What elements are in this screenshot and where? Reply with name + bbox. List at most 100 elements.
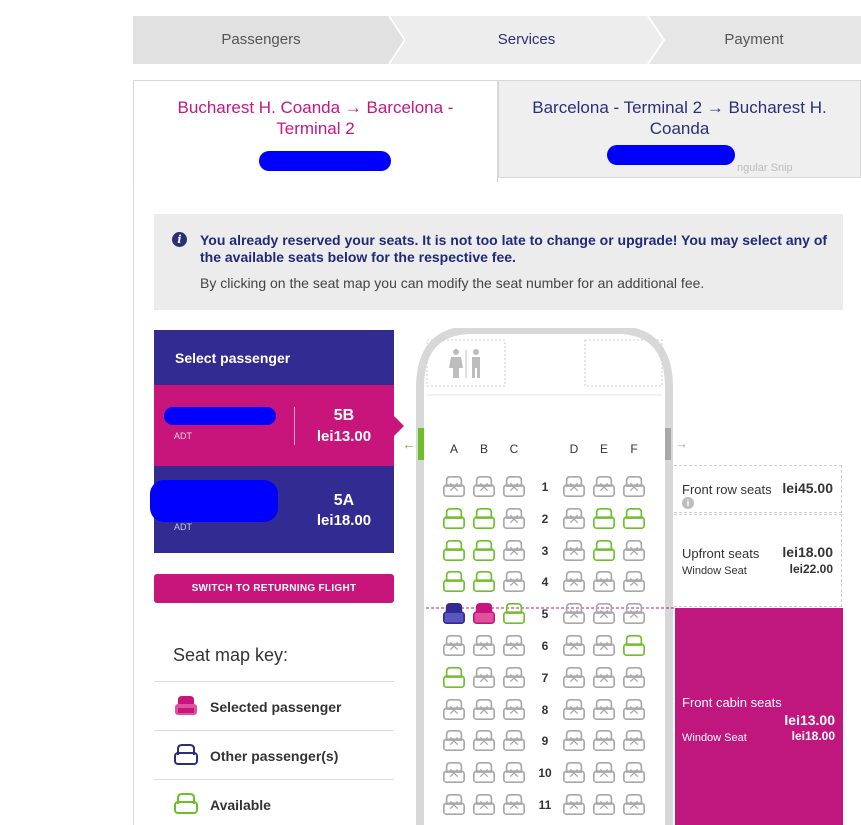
- passenger-card-selected[interactable]: ADT 5B lei13.00: [154, 385, 404, 466]
- seat-1D-unavailable: [562, 475, 586, 499]
- booking-steps: Passengers Services Payment: [133, 16, 861, 64]
- seat-1B-unavailable: [472, 475, 496, 499]
- seat-9A-unavailable: [442, 729, 466, 753]
- front-cabin-window-price: lei18.00: [791, 729, 835, 743]
- seat-11F-unavailable: [622, 793, 646, 817]
- seat-map-key-title: Seat map key:: [173, 645, 289, 665]
- passenger-seat-price: lei13.00: [316, 428, 372, 445]
- tab-return-flight[interactable]: Barcelona - Terminal 2 → Bucharest H. Co…: [498, 80, 861, 178]
- flight-tabs: Bucharest H. Coanda → Barcelona - Termin…: [133, 80, 861, 182]
- seat-other-icon: [174, 744, 198, 765]
- info-bold-text: You already reserved your seats. It is n…: [200, 232, 828, 265]
- front-row-label: Front row seats: [682, 482, 772, 497]
- upfront-price: lei18.00: [782, 544, 833, 560]
- seat-11A-unavailable: [442, 793, 466, 817]
- seat-1A-unavailable: [442, 475, 466, 499]
- seat-6C-unavailable: [502, 634, 526, 658]
- front-cabin-label: Front cabin seats: [682, 695, 782, 710]
- seat-9B-unavailable: [472, 729, 496, 753]
- seat-7C-unavailable: [502, 666, 526, 690]
- seat-6F-available[interactable]: [622, 634, 646, 658]
- seat-10C-unavailable: [502, 761, 526, 785]
- seat-10B-unavailable: [472, 761, 496, 785]
- info-normal-text: By clicking on the seat map you can modi…: [200, 275, 705, 291]
- redacted-passenger-name: [259, 151, 391, 171]
- seat-3C-unavailable: [502, 539, 526, 563]
- seat-6D-unavailable: [562, 634, 586, 658]
- passenger-seat: 5A: [333, 492, 355, 509]
- front-cabin-pricing: Front cabin seats lei13.00 Window Seat l…: [675, 608, 843, 825]
- seat-selection-page: Passengers Services Payment Bucharest H.…: [0, 0, 861, 825]
- row-number: 10: [538, 766, 552, 780]
- seat-2F-available[interactable]: [622, 507, 646, 531]
- info-icon: i: [172, 232, 187, 247]
- row-number: 2: [541, 512, 549, 526]
- seat-1E-unavailable: [592, 475, 616, 499]
- seat-5A-other-passenger[interactable]: [442, 602, 466, 626]
- seat-1F-unavailable: [622, 475, 646, 499]
- info-icon[interactable]: i: [682, 497, 694, 509]
- seat-4A-available[interactable]: [442, 570, 466, 594]
- upfront-window-price: lei22.00: [789, 562, 833, 576]
- seat-8A-unavailable: [442, 698, 466, 722]
- seat-2B-available[interactable]: [472, 507, 496, 531]
- seat-3E-available[interactable]: [592, 539, 616, 563]
- divider: [154, 779, 394, 780]
- seat-11B-unavailable: [472, 793, 496, 817]
- seat-11C-unavailable: [502, 793, 526, 817]
- seat-6A-unavailable: [442, 634, 466, 658]
- step-payment[interactable]: Payment: [664, 16, 844, 64]
- seat-2D-unavailable: [562, 507, 586, 531]
- row-number: 6: [541, 639, 549, 653]
- front-row-price: lei45.00: [782, 480, 833, 496]
- seat-4C-unavailable: [502, 570, 526, 594]
- front-cabin-price: lei13.00: [784, 712, 835, 728]
- divider: [154, 730, 394, 731]
- key-label: Other passenger(s): [210, 748, 339, 764]
- redacted-passenger-name: [607, 145, 735, 165]
- seat-5F-unavailable: [622, 602, 646, 626]
- seat-8F-unavailable: [622, 698, 646, 722]
- row-number: 3: [541, 544, 549, 558]
- seat-8C-unavailable: [502, 698, 526, 722]
- divider: [154, 681, 394, 682]
- switch-to-returning-flight-button[interactable]: SWITCH TO RETURNING FLIGHT: [154, 574, 394, 603]
- seat-3B-available[interactable]: [472, 539, 496, 563]
- seat-9F-unavailable: [622, 729, 646, 753]
- upfront-pricing: Upfront seats lei18.00 Window Seat lei22…: [674, 514, 842, 607]
- seat-3A-available[interactable]: [442, 539, 466, 563]
- row-number: 5: [541, 607, 549, 621]
- exit-right-icon: →: [675, 436, 688, 451]
- seat-10D-unavailable: [562, 761, 586, 785]
- seat-1C-unavailable: [502, 475, 526, 499]
- seat-9C-unavailable: [502, 729, 526, 753]
- row-number: 11: [538, 798, 552, 812]
- row-number: 8: [541, 703, 549, 717]
- seat-4E-unavailable: [592, 570, 616, 594]
- passenger-seat: 5B: [333, 407, 355, 424]
- key-label: Selected passenger: [210, 699, 342, 715]
- seat-9D-unavailable: [562, 729, 586, 753]
- seat-3D-unavailable: [562, 539, 586, 563]
- tab-outbound-flight[interactable]: Bucharest H. Coanda → Barcelona - Termin…: [133, 80, 498, 182]
- tab-return-label: Barcelona - Terminal 2 → Bucharest H. Co…: [532, 98, 827, 138]
- seat-4B-available[interactable]: [472, 570, 496, 594]
- seat-10A-unavailable: [442, 761, 466, 785]
- seat-7B-unavailable: [472, 666, 496, 690]
- step-passengers[interactable]: Passengers: [133, 16, 389, 64]
- seat-2A-available[interactable]: [442, 507, 466, 531]
- seat-6B-unavailable: [472, 634, 496, 658]
- seat-5B-selected[interactable]: [472, 602, 496, 626]
- seat-4F-unavailable: [622, 570, 646, 594]
- seat-10E-unavailable: [592, 761, 616, 785]
- row-number: 7: [541, 671, 549, 685]
- column-label-e: E: [599, 442, 608, 456]
- seat-5C-available[interactable]: [502, 602, 526, 626]
- seat-8D-unavailable: [562, 698, 586, 722]
- step-services[interactable]: Services: [405, 16, 648, 64]
- seat-2E-available[interactable]: [592, 507, 616, 531]
- passenger-card-other[interactable]: ADT 5A lei18.00: [150, 466, 394, 553]
- column-label-a: A: [449, 442, 458, 456]
- passenger-seat-price: lei18.00: [316, 512, 372, 529]
- seat-7A-available[interactable]: [442, 666, 466, 690]
